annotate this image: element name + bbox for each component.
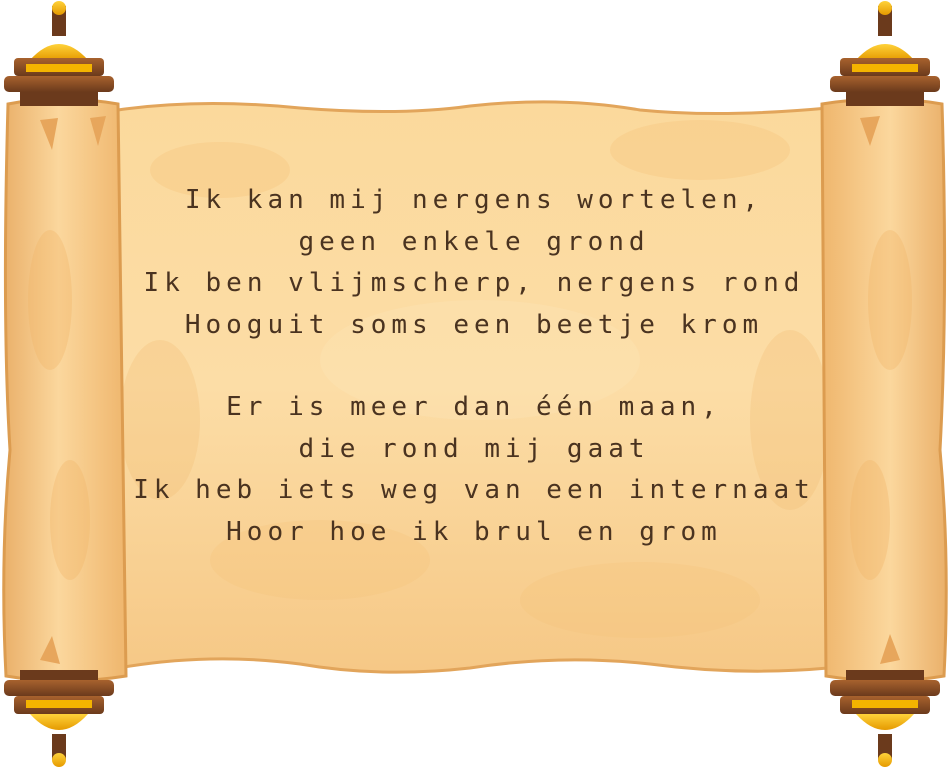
scroll-rod-bottom-right xyxy=(830,670,940,767)
poem-line: Ik kan mij nergens wortelen, xyxy=(184,185,764,215)
poem-line: die rond mij gaat xyxy=(298,433,650,464)
scroll-rod-top-right xyxy=(830,1,940,106)
poem-stanza-2: Er is meer dan één maan, die rond mij ga… xyxy=(120,387,828,553)
poem-line: geen enkele grond xyxy=(298,226,650,257)
scroll-rod-top-left xyxy=(4,1,114,106)
poem-line: Er is meer dan één maan, xyxy=(226,392,722,422)
poem: Ik kan mij nergens wortelen, geen enkele… xyxy=(120,180,828,594)
poem-stanza-1: Ik kan mij nergens wortelen, geen enkele… xyxy=(120,180,828,346)
left-rolled-side xyxy=(2,97,128,683)
poem-line: Hoor hoe ik brul en grom xyxy=(226,516,722,547)
poem-line: Ik heb iets weg van een internaat xyxy=(133,475,815,505)
right-rolled-side xyxy=(820,97,948,683)
poem-line: Ik ben vlijmscherp, nergens rond xyxy=(143,268,805,298)
poem-line: Hooguit soms een beetje krom xyxy=(184,309,764,340)
scroll-rod-bottom-left xyxy=(4,670,114,767)
